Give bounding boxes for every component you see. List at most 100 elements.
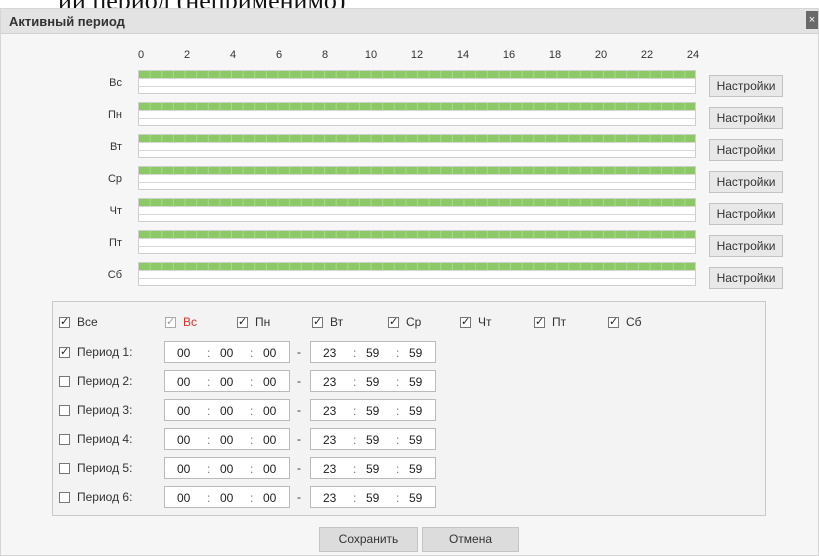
time-field[interactable]: 59 (366, 346, 379, 360)
time-field[interactable]: 00 (220, 433, 233, 447)
day-checkbox[interactable]: ✓ (237, 317, 248, 328)
schedule-row-grid[interactable] (138, 198, 696, 222)
time-field[interactable]: 00 (263, 404, 276, 418)
period-end-time-input[interactable]: 23:59:59 (310, 486, 436, 508)
time-field[interactable]: 23 (323, 462, 336, 476)
time-field[interactable]: 23 (323, 404, 336, 418)
time-field[interactable]: 00 (177, 404, 190, 418)
time-field[interactable]: 00 (220, 491, 233, 505)
day-settings-button[interactable]: Настройки (709, 139, 783, 161)
save-button[interactable]: Сохранить (319, 527, 418, 552)
time-field[interactable]: 00 (220, 375, 233, 389)
time-field[interactable]: 00 (177, 462, 190, 476)
time-field[interactable]: 59 (366, 433, 379, 447)
time-field[interactable]: 00 (177, 491, 190, 505)
time-separator: : (353, 433, 357, 447)
time-field[interactable]: 59 (409, 375, 422, 389)
background-page-title: ий период (неприменимо) (0, 0, 819, 8)
hour-label: 16 (502, 49, 516, 61)
schedule-row-grid[interactable] (138, 262, 696, 286)
period-end-time-input[interactable]: 23:59:59 (310, 399, 436, 421)
time-field[interactable]: 00 (263, 462, 276, 476)
period-checkbox[interactable] (59, 492, 70, 503)
day-checkbox-label: Вт (330, 315, 344, 329)
schedule-row-grid[interactable] (138, 102, 696, 126)
period-checkbox[interactable]: ✓ (59, 347, 70, 358)
time-field[interactable]: 00 (263, 375, 276, 389)
range-separator: - (297, 432, 301, 446)
day-checkbox[interactable]: ✓ (608, 317, 619, 328)
time-field[interactable]: 00 (220, 462, 233, 476)
day-checkbox[interactable]: ✓ (534, 317, 545, 328)
period-end-time-input[interactable]: 23:59:59 (310, 341, 436, 363)
day-checkbox-label: Сб (626, 315, 642, 329)
time-field[interactable]: 59 (409, 462, 422, 476)
time-field[interactable]: 59 (409, 433, 422, 447)
time-field[interactable]: 59 (366, 491, 379, 505)
day-checkbox[interactable]: ✓ (312, 317, 323, 328)
schedule-row-grid[interactable] (138, 166, 696, 190)
period-start-time-input[interactable]: 00:00:00 (164, 457, 290, 479)
period-checkbox[interactable] (59, 434, 70, 445)
time-separator: : (396, 433, 400, 447)
time-field[interactable]: 23 (323, 491, 336, 505)
time-field[interactable]: 00 (177, 433, 190, 447)
time-field[interactable]: 59 (366, 462, 379, 476)
time-field[interactable]: 59 (409, 346, 422, 360)
active-time-bar (139, 71, 695, 78)
period-start-time-input[interactable]: 00:00:00 (164, 341, 290, 363)
period-checkbox[interactable] (59, 463, 70, 474)
period-start-time-input[interactable]: 00:00:00 (164, 428, 290, 450)
all-days-label: Все (77, 315, 98, 329)
period-start-time-input[interactable]: 00:00:00 (164, 370, 290, 392)
period-start-time-input[interactable]: 00:00:00 (164, 399, 290, 421)
all-days-checkbox[interactable]: ✓ (59, 317, 70, 328)
time-field[interactable]: 00 (220, 346, 233, 360)
time-separator: : (207, 491, 211, 505)
day-settings-button[interactable]: Настройки (709, 107, 783, 129)
time-field[interactable]: 59 (409, 404, 422, 418)
period-checkbox[interactable] (59, 376, 70, 387)
hour-label: 20 (594, 49, 608, 61)
time-separator: : (396, 462, 400, 476)
time-field[interactable]: 59 (366, 375, 379, 389)
time-field[interactable]: 23 (323, 433, 336, 447)
period-end-time-input[interactable]: 23:59:59 (310, 457, 436, 479)
schedule-row-grid[interactable] (138, 230, 696, 254)
time-field[interactable]: 00 (177, 346, 190, 360)
time-field[interactable]: 59 (366, 404, 379, 418)
time-separator: : (207, 404, 211, 418)
period-end-time-input[interactable]: 23:59:59 (310, 428, 436, 450)
close-icon[interactable]: × (806, 11, 818, 29)
time-field[interactable]: 00 (220, 404, 233, 418)
period-label: Период 1: (77, 345, 133, 359)
day-settings-button[interactable]: Настройки (709, 235, 783, 257)
hour-label: 6 (275, 49, 283, 61)
hour-label: 14 (456, 49, 470, 61)
cancel-button[interactable]: Отмена (422, 527, 519, 552)
period-checkbox[interactable] (59, 405, 70, 416)
time-field[interactable]: 59 (409, 491, 422, 505)
time-field[interactable]: 00 (263, 491, 276, 505)
day-checkbox[interactable]: ✓ (460, 317, 471, 328)
dialog-title: Активный период (9, 14, 125, 29)
period-start-time-input[interactable]: 00:00:00 (164, 486, 290, 508)
day-checkbox[interactable]: ✓ (388, 317, 399, 328)
day-settings-button[interactable]: Настройки (709, 203, 783, 225)
schedule-row-grid[interactable] (138, 70, 696, 94)
time-field[interactable]: 00 (263, 346, 276, 360)
time-field[interactable]: 00 (263, 433, 276, 447)
active-time-bar (139, 103, 695, 110)
day-settings-button[interactable]: Настройки (709, 171, 783, 193)
day-label: Чт (109, 205, 122, 217)
schedule-row-grid[interactable] (138, 134, 696, 158)
day-checkbox-label: Пт (552, 315, 567, 329)
time-field[interactable]: 00 (177, 375, 190, 389)
period-end-time-input[interactable]: 23:59:59 (310, 370, 436, 392)
day-settings-button[interactable]: Настройки (709, 267, 783, 289)
time-field[interactable]: 23 (323, 346, 336, 360)
day-label: Вт (109, 141, 122, 153)
period-label: Период 4: (77, 432, 133, 446)
time-field[interactable]: 23 (323, 375, 336, 389)
day-settings-button[interactable]: Настройки (709, 75, 783, 97)
